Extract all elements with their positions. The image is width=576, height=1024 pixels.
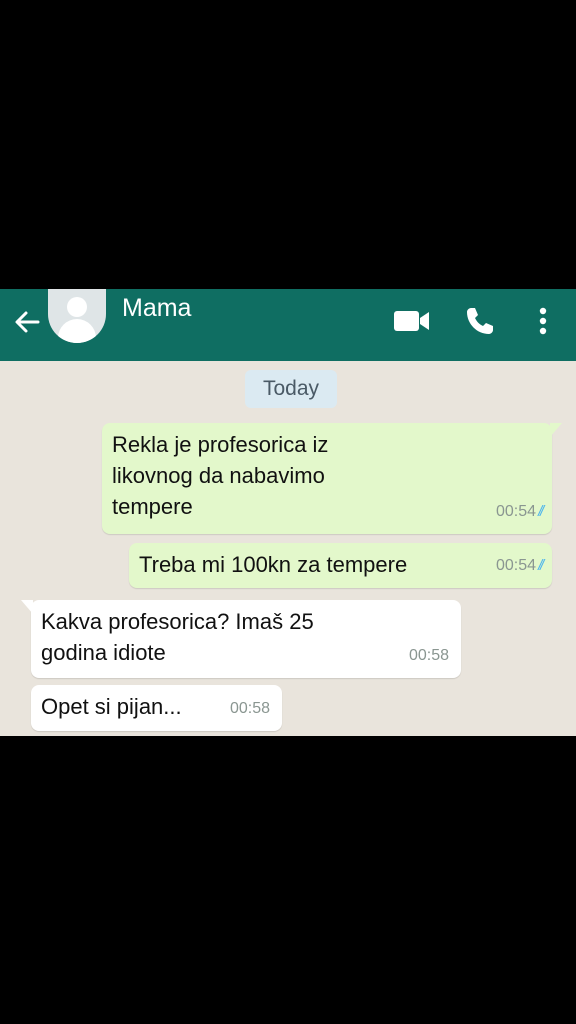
message-meta: 00:58 [230,693,270,724]
message-meta: 00:54 // [495,550,546,581]
more-vertical-icon [539,307,547,335]
avatar-head [67,297,87,317]
message-incoming[interactable]: Opet si pijan... 00:58 [31,685,282,731]
arrow-left-icon [15,311,40,333]
contact-name[interactable]: Mama [122,293,191,323]
message-meta: 00:54 // [495,496,546,527]
read-ticks-icon: // [540,496,546,527]
message-outgoing[interactable]: Rekla je profesorica iz likovnog da naba… [102,423,562,534]
chat-header: Mama [0,289,576,361]
message-text: Treba mi 100kn za tempere [139,552,408,577]
message-text: Rekla je profesorica iz likovnog da naba… [112,432,329,519]
video-call-button[interactable] [390,299,434,343]
message-text: Opet si pijan... [41,694,182,719]
message-time: 00:54 [495,557,536,574]
message-meta: 00:58 [409,640,449,671]
more-options-button[interactable] [528,299,558,343]
video-camera-icon [394,311,429,331]
message-text: Kakva profesorica? Imaš 25 godina idiote [41,609,314,665]
message-outgoing[interactable]: Treba mi 100kn za tempere 00:54 // [129,543,552,588]
voice-call-button[interactable] [460,299,500,343]
phone-icon [467,308,493,334]
message-time: 00:58 [229,700,270,717]
date-divider: Today [245,370,337,408]
message-time: 00:58 [408,647,449,664]
read-ticks-icon: // [540,550,546,581]
avatar-body [58,319,96,343]
bubble-tail [21,600,33,614]
chat-screen: Mama Today Rekla je profesorica iz likov… [0,289,576,736]
bubble-tail [550,423,562,437]
message-time: 00:54 [495,503,536,520]
avatar[interactable] [48,289,106,343]
message-incoming[interactable]: Kakva profesorica? Imaš 25 godina idiote… [21,600,461,678]
back-button[interactable] [8,301,46,343]
